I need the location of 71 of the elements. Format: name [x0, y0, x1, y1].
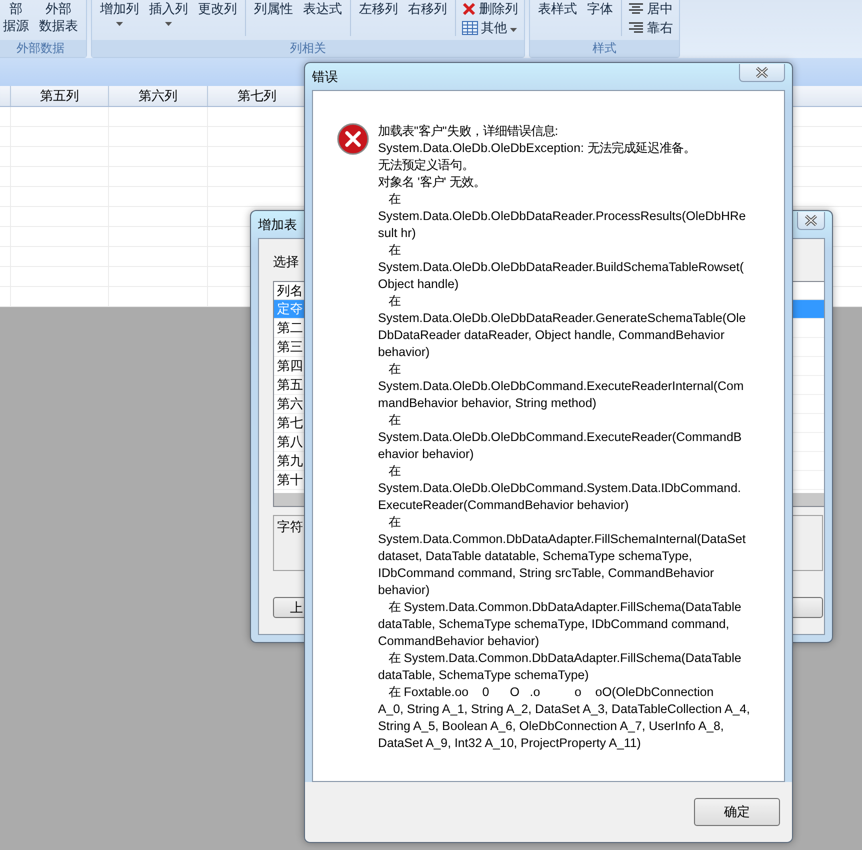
group-label: 列相关 — [92, 40, 524, 57]
ribbon-button[interactable]: 列属性 — [252, 0, 295, 17]
ribbon-button[interactable]: 外部 数据表 — [37, 0, 80, 34]
ribbon-button[interactable]: 增加列 — [98, 0, 141, 26]
error-message-line: A_0, String A_1, String A_2, DataSet A_3, DataTableCollection A_4, — [378, 701, 750, 718]
error-message-line: System.Data.OleDb.OleDbCommand.ExecuteReader(CommandB — [378, 429, 743, 446]
error-message-line: 无法预定义语句。 — [378, 157, 475, 174]
ribbon-button[interactable]: 表样式 — [536, 0, 579, 17]
error-message-line: 在 — [387, 242, 402, 259]
dialog-title: 增加表 — [258, 216, 297, 234]
column-header[interactable]: 第六列 — [109, 86, 208, 106]
align-right-icon — [628, 22, 644, 34]
error-message-line: CommandBehavior behavior) — [378, 633, 540, 650]
error-message-line: dataTable, SchemaType schemaType, IDbCommand command, — [378, 616, 730, 633]
error-message-line: ExecuteReader(CommandBehavior behavior) — [378, 497, 630, 514]
error-message-line: DbDataReader dataReader, Object handle, CommandBehavior — [378, 327, 726, 344]
error-message-line: 在 System.Data.Common.DbDataAdapter.FillSchema(DataTable — [387, 650, 742, 667]
column-header[interactable]: 第五列 — [11, 86, 109, 106]
dropdown-caret-icon — [116, 22, 123, 26]
close-icon — [804, 214, 818, 226]
ribbon-button[interactable]: 右移列 — [406, 0, 449, 17]
error-message-line: System.Data.Common.DbDataAdapter.FillSchemaInternal(DataSet — [378, 531, 747, 548]
close-button[interactable] — [797, 212, 825, 230]
ribbon-button[interactable]: 左移列 — [357, 0, 400, 17]
ribbon-button[interactable]: 插入列 — [147, 0, 190, 26]
group-label: 外部数据 — [0, 40, 86, 57]
error-message-line: behavior) — [378, 344, 431, 361]
dropdown-caret-icon — [510, 28, 517, 32]
close-icon — [755, 66, 769, 78]
group-label: 样式 — [530, 40, 679, 57]
error-message-line: System.Data.OleDb.OleDbCommand.ExecuteReaderInternal(Com — [378, 378, 745, 395]
error-message-line: 加载表"客户"失败，详细错误信息: — [378, 123, 560, 140]
dropdown-caret-icon — [165, 22, 172, 26]
ok-button[interactable]: 确定 — [694, 798, 780, 826]
error-message-line: 在 — [387, 361, 402, 378]
error-message-line: 在 — [387, 191, 402, 208]
error-message-line: 在 — [387, 463, 402, 480]
error-message-line: System.Data.OleDb.OleDbException: 无法完成延迟准备。 — [378, 140, 696, 157]
error-message-line: 在 Foxtable.oo 0 O .o o oO(OleDbConnection — [387, 684, 715, 701]
error-message-line: 对象名 '客户' 无效。 — [378, 174, 487, 191]
error-message-line: dataTable, SchemaType schemaType) — [378, 667, 590, 684]
ribbon-button[interactable]: 部 据源 — [1, 0, 31, 34]
prompt-label: 选择 — [273, 253, 299, 271]
ribbon-button[interactable]: 删除列 — [462, 0, 518, 17]
error-message-line: IDbCommand command, String srcTable, CommandBehavior — [378, 565, 716, 582]
error-message-line: dataset, DataTable datatable, SchemaType schemaType, — [378, 548, 694, 565]
error-message-line: ehavior behavior) — [378, 446, 475, 463]
ribbon-button[interactable]: 更改列 — [196, 0, 239, 17]
error-message-line: 在 — [387, 412, 402, 429]
error-message-line: 在 — [387, 514, 402, 531]
close-button[interactable] — [739, 64, 785, 82]
dialog-title: 错误 — [312, 68, 338, 86]
error-message-line: System.Data.OleDb.OleDbDataReader.GenerateSchemaTable(Ole — [378, 310, 747, 327]
ribbon-button[interactable]: 靠右 — [628, 19, 673, 36]
ribbon-button[interactable]: 字体 — [585, 0, 615, 17]
error-message-line: 在 System.Data.Common.DbDataAdapter.FillSchema(DataTable — [387, 599, 742, 616]
error-message-line: mandBehavior behavior, String method) — [378, 395, 598, 412]
error-message-line: String A_5, Boolean A_6, OleDbConnection A_7, UserInfo A_8, — [378, 718, 725, 735]
ribbon-button[interactable]: 表达式 — [301, 0, 344, 17]
error-icon — [337, 123, 369, 155]
ribbon-button[interactable]: 其他 — [462, 19, 518, 36]
align-center-icon — [628, 2, 644, 14]
error-message-line: System.Data.OleDb.OleDbCommand.System.Data.IDbCommand. — [378, 480, 742, 497]
error-message-line: System.Data.OleDb.OleDbDataReader.ProcessResults(OleDbHRe — [378, 208, 747, 225]
error-message-line: sult hr) — [378, 225, 417, 242]
error-message-line: behavior) — [378, 582, 431, 599]
error-message-line: DataSet A_9, Int32 A_10, ProjectProperty A_11) — [378, 735, 642, 752]
table-icon — [462, 20, 478, 34]
error-message-line: System.Data.OleDb.OleDbDataReader.BuildSchemaTableRowset( — [378, 259, 745, 276]
ribbon-button[interactable]: 居中 — [628, 0, 673, 17]
delete-icon — [462, 2, 476, 16]
